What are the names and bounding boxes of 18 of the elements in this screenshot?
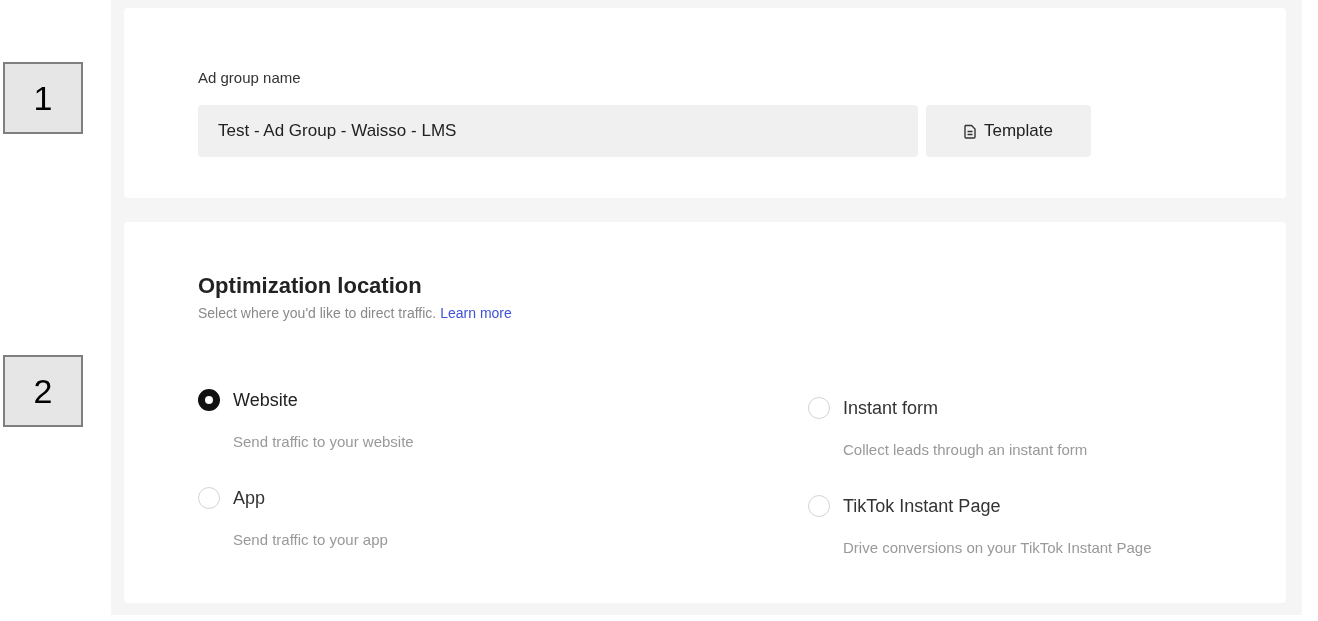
option-label[interactable]: Website xyxy=(233,388,298,412)
option-description: Drive conversions on your TikTok Instant Page xyxy=(843,538,1152,558)
section-title: Optimization location xyxy=(198,272,422,300)
document-icon xyxy=(964,123,976,139)
option-label[interactable]: Instant form xyxy=(843,396,939,420)
option-label[interactable]: TikTok Instant Page xyxy=(843,494,1001,518)
ad-group-name-field[interactable]: Test - Ad Group - Waisso - LMS xyxy=(198,105,918,157)
step-number-label: 1 xyxy=(3,62,83,134)
option-label[interactable]: App xyxy=(233,486,266,510)
option-description: Send traffic to your app xyxy=(233,530,388,550)
learn-more-link[interactable]: Learn more xyxy=(440,304,512,322)
radio-button[interactable] xyxy=(198,389,220,411)
field-label: Ad group name xyxy=(198,68,301,88)
option-description: Collect leads through an instant form xyxy=(843,440,1088,460)
step-number-label: 2 xyxy=(3,355,83,427)
template-button[interactable]: Template xyxy=(926,105,1091,157)
section-description: Select where you'd like to direct traffic. xyxy=(198,304,437,322)
option-description: Send traffic to your website xyxy=(233,432,414,452)
